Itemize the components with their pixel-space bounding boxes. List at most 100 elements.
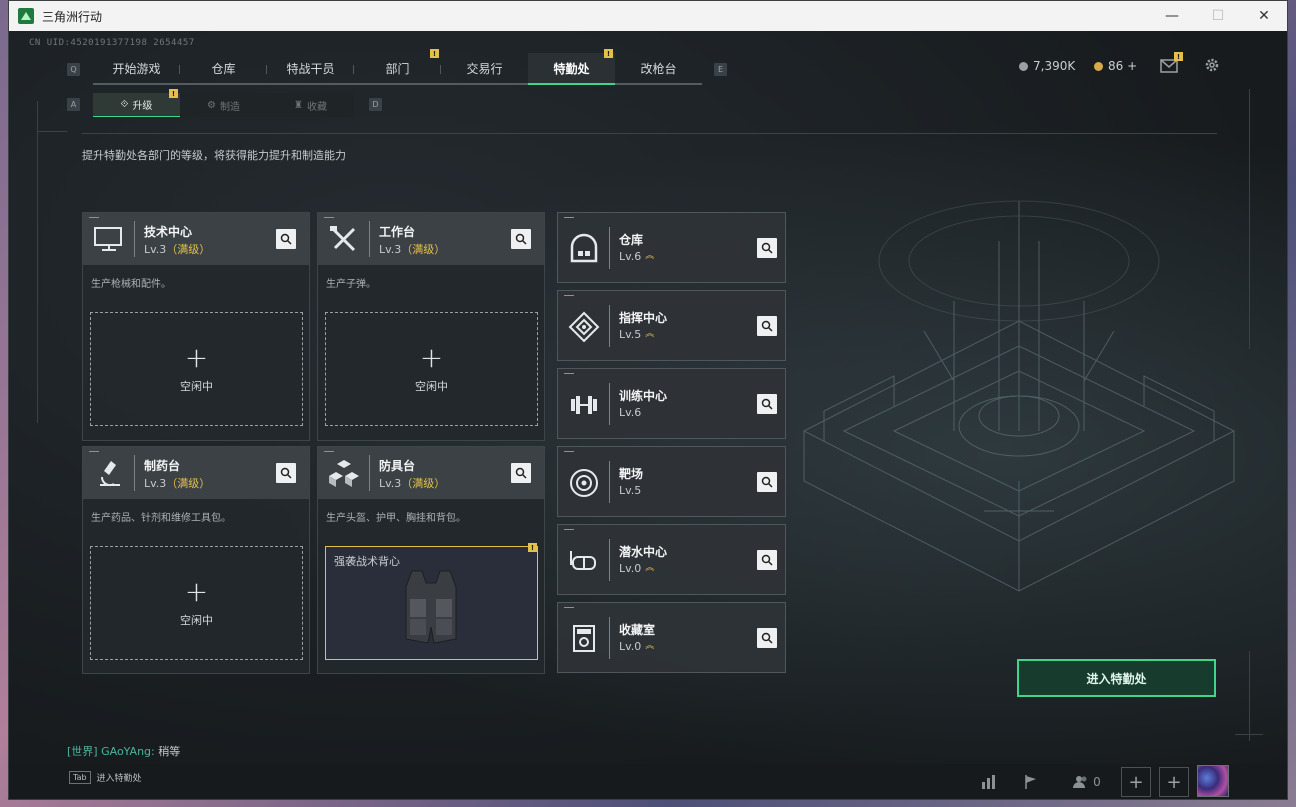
header-divider [82, 133, 1217, 134]
inspect-button[interactable] [757, 316, 777, 336]
collection-icon: ♜ [294, 99, 303, 111]
inspect-button[interactable] [511, 229, 531, 249]
card-corner-mark [564, 373, 574, 374]
card-armor-bench[interactable]: 防具台 Lv.3（满级） 生产头盔、护甲、胸挂和背包。 强袭战术背心 ! [317, 446, 545, 674]
stats-button[interactable] [975, 769, 1003, 795]
mail-button[interactable]: ! [1160, 52, 1183, 73]
facility-training-center[interactable]: 训练中心 Lv.6 [557, 368, 786, 439]
card-tech-center[interactable]: 技术中心 Lv.3（满级） 生产枪械和配件。 + 空闲中 [82, 212, 310, 441]
tab-operators[interactable]: 特战干员 [267, 53, 354, 85]
tools-icon [330, 226, 356, 252]
player-avatar[interactable] [1197, 765, 1229, 797]
inspect-button[interactable] [757, 394, 777, 414]
card-title: 技术中心 [144, 225, 193, 239]
upgrade-arrow-icon: ︽ [645, 251, 655, 261]
card-level: Lv.3（满级） [144, 241, 210, 257]
tab-department[interactable]: 部门 ! [354, 49, 441, 85]
friends-icon [1073, 776, 1087, 788]
title-bar: 三角洲行动 — ☐ ✕ [9, 1, 1287, 31]
app-title: 三角洲行动 [42, 9, 103, 24]
add-slot-button-1[interactable]: + [1121, 767, 1151, 797]
tab-gunsmith[interactable]: 改枪台 [615, 53, 702, 85]
microscope-icon [100, 461, 120, 487]
inspect-button[interactable] [757, 550, 777, 570]
production-slot[interactable]: + 空闲中 [90, 312, 303, 426]
gold-balance[interactable]: 86 + [1094, 59, 1137, 73]
tab-warehouse[interactable]: 仓库 [180, 53, 267, 85]
subtab-upgrade[interactable]: ⟐ 升级 ! [93, 89, 180, 117]
production-slot-active[interactable]: 强袭战术背心 ! [325, 543, 538, 660]
inspect-button[interactable] [757, 472, 777, 492]
tactical-vest-icon [405, 570, 457, 644]
level-value: Lv.3 [379, 477, 402, 490]
tab-special-ops[interactable]: 特勤处 ! [528, 49, 615, 85]
subnav-prev-key[interactable]: A [67, 98, 80, 111]
plus-icon: + [184, 341, 209, 374]
subtab-collection[interactable]: ♜ 收藏 [267, 93, 354, 117]
subnav-next-key[interactable]: D [369, 98, 382, 111]
coin-balance[interactable]: 7,390K [1019, 59, 1075, 73]
inspect-button[interactable] [276, 229, 296, 249]
tab-label: 特战干员 [286, 61, 335, 76]
facility-title: 指挥中心 [619, 311, 668, 325]
notification-badge: ! [169, 89, 178, 98]
facility-level: Lv.0 ︽ [619, 640, 654, 653]
facility-command-center[interactable]: 指挥中心 Lv.5 ︽ [557, 290, 786, 361]
plus-icon: + [419, 341, 444, 374]
flag-icon [1025, 775, 1036, 789]
inspect-button[interactable] [757, 238, 777, 258]
production-slot[interactable]: + 空闲中 [90, 546, 303, 660]
facility-diving-center[interactable]: 潜水中心 Lv.0 ︽ [557, 524, 786, 595]
card-corner-mark [89, 217, 99, 218]
card-level: Lv.3（满级） [379, 475, 445, 491]
search-icon [280, 467, 292, 479]
tab-trading[interactable]: 交易行 [441, 53, 528, 85]
tab-start-game[interactable]: 开始游戏 [93, 53, 180, 85]
dumbbell-icon [571, 396, 597, 414]
sub-nav: ⟐ 升级 ! ⚙ 制造 ♜ 收藏 [93, 89, 354, 117]
card-corner-mark [564, 607, 574, 608]
facility-collection-room[interactable]: 收藏室 Lv.0 ︽ [557, 602, 786, 673]
card-pharmacy[interactable]: 制药台 Lv.3（满级） 生产药品、针剂和维修工具包。 + 空闲中 [82, 446, 310, 674]
production-slot[interactable]: + 空闲中 [325, 312, 538, 426]
search-icon [761, 398, 773, 410]
card-header: 技术中心 Lv.3（满级） [83, 213, 309, 265]
tab-hint[interactable]: Tab 进入特勤处 [69, 771, 142, 784]
card-workbench[interactable]: 工作台 Lv.3（满级） 生产子弹。 + 空闲中 [317, 212, 545, 441]
plus-icon: + [1128, 771, 1144, 793]
facility-level: Lv.0 ︽ [619, 562, 654, 575]
facility-warehouse[interactable]: 仓库 Lv.6 ︽ [557, 212, 786, 283]
nav-prev-key[interactable]: Q [67, 63, 80, 76]
mail-badge: ! [1174, 52, 1183, 61]
tab-label: 特勤处 [553, 61, 590, 76]
search-icon [515, 467, 527, 479]
card-divider [609, 305, 610, 347]
inspect-button[interactable] [276, 463, 296, 483]
base-wireframe-illustration [802, 200, 1236, 592]
search-icon [761, 242, 773, 254]
nav-next-key[interactable]: E [714, 63, 727, 76]
minimize-button[interactable]: — [1149, 1, 1195, 31]
level-value: Lv.0 [619, 640, 642, 653]
friends-button[interactable]: 0 [1067, 769, 1107, 795]
search-icon [761, 554, 773, 566]
settings-button[interactable] [1204, 57, 1220, 73]
facility-level: Lv.6 [619, 406, 641, 419]
inspect-button[interactable] [511, 463, 531, 483]
search-icon [761, 632, 773, 644]
maximize-button[interactable]: ☐ [1195, 1, 1241, 31]
enter-special-ops-button[interactable]: 进入特勤处 [1017, 659, 1216, 697]
add-slot-button-2[interactable]: + [1159, 767, 1189, 797]
close-button[interactable]: ✕ [1241, 1, 1287, 31]
subtab-craft[interactable]: ⚙ 制造 [180, 93, 267, 117]
chat-line[interactable]: [世界] GAoYAng: 稍等 [67, 743, 180, 759]
tab-hint-label: 进入特勤处 [96, 774, 142, 784]
level-value: Lv.5 [619, 484, 642, 497]
inspect-button[interactable] [757, 628, 777, 648]
search-icon [761, 320, 773, 332]
facility-shooting-range[interactable]: 靶场 Lv.5 [557, 446, 786, 517]
window-controls: — ☐ ✕ [1149, 1, 1287, 31]
craft-icon: ⚙ [207, 99, 216, 111]
upgrade-arrow-icon: ︽ [645, 329, 655, 339]
flag-button[interactable] [1017, 769, 1045, 795]
